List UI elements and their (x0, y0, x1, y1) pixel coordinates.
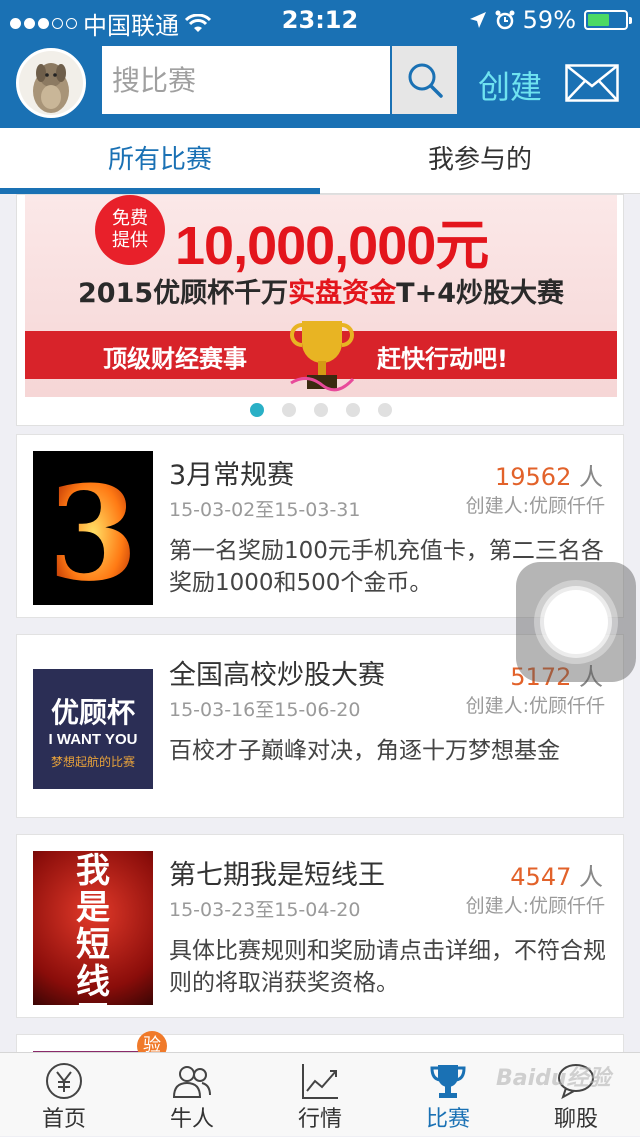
contest-description: 具体比赛规则和奖励请点击详细，不符合规则的将取消获奖资格。 (169, 938, 606, 996)
contest-dates: 15-03-16至15-06-20 (169, 699, 361, 721)
tab-all-contests[interactable]: 所有比赛 (0, 128, 320, 194)
assistive-touch-button[interactable] (516, 562, 636, 682)
banner-pager (17, 403, 625, 417)
banner-subtitle-suffix: T+4炒股大赛 (396, 278, 564, 309)
banner-subtitle: 2015优顾杯千万实盘资金T+4炒股大赛 (25, 271, 617, 310)
free-badge-line1: 免费 (112, 208, 148, 229)
app-header: 创建 (0, 40, 640, 128)
contest-title: 第七期我是短线王 (169, 860, 385, 891)
participant-unit: 人 (579, 863, 603, 891)
contest-title: 3月常规赛 (169, 460, 295, 491)
thumb-line1: 优顾杯 (50, 696, 135, 729)
contest-thumbnail: 3 (33, 451, 153, 605)
assistive-touch-core (544, 590, 608, 654)
location-icon (469, 12, 486, 28)
nav-label: 牛人 (169, 1107, 214, 1132)
nav-label: 行情 (297, 1107, 342, 1132)
contest-creator: 创建人:优顾仟仟 (465, 495, 605, 517)
trophy-icon (430, 1065, 466, 1098)
contest-thumbnail: 我是短线王 (33, 851, 153, 1005)
banner-amount: 10,000,000元 (175, 216, 489, 276)
contest-dates: 15-03-23至15-04-20 (169, 899, 361, 921)
participant-count: 4547 人 (510, 857, 603, 892)
pager-dot[interactable] (378, 403, 392, 417)
banner-strip-right: 赶快行动吧! (377, 345, 508, 373)
search-icon (408, 63, 443, 98)
thumb-number: 3 (48, 457, 138, 605)
pager-dot[interactable] (282, 403, 296, 417)
banner-subtitle-prefix: 2015优顾杯千万 (78, 278, 289, 309)
nav-contests[interactable]: 比赛 (384, 1053, 512, 1137)
status-right: 59% (469, 6, 632, 34)
participant-unit: 人 (579, 463, 603, 491)
participant-number: 4547 (510, 863, 572, 891)
nav-experts[interactable]: 牛人 (128, 1053, 256, 1137)
thumb-line2: I WANT YOU (48, 731, 138, 748)
user-avatar[interactable] (16, 48, 86, 118)
promo-banner[interactable]: 免费 提供 10,000,000元 2015优顾杯千万实盘资金T+4炒股大赛 顶… (25, 195, 617, 397)
free-badge: 免费 提供 (95, 195, 165, 265)
banner-strip-left: 顶级财经赛事 (103, 345, 247, 373)
nav-home[interactable]: 首页 (0, 1053, 128, 1137)
banner-card: 免费 提供 10,000,000元 2015优顾杯千万实盘资金T+4炒股大赛 顶… (16, 194, 624, 426)
participant-number: 19562 (495, 463, 572, 491)
yen-icon (46, 1063, 82, 1099)
trophy-icon (290, 321, 355, 392)
pager-dot[interactable] (314, 403, 328, 417)
pager-dot[interactable] (346, 403, 360, 417)
status-bar: 中国联通 23:12 59% (0, 0, 640, 40)
create-button[interactable]: 创建 (478, 62, 542, 108)
tab-bar: 所有比赛 我参与的 (0, 128, 640, 194)
search-box (102, 46, 457, 114)
nav-label: 首页 (41, 1107, 86, 1132)
free-badge-line2: 提供 (112, 230, 148, 251)
tab-my-contests[interactable]: 我参与的 (320, 128, 640, 194)
banner-subtitle-highlight: 实盘资金 (288, 278, 397, 309)
battery-icon (584, 10, 632, 30)
pager-dot[interactable] (250, 403, 264, 417)
battery-level (588, 14, 609, 26)
thumb-text: 我是短线王 (76, 851, 110, 1006)
contest-creator: 创建人:优顾仟仟 (465, 895, 605, 917)
nav-label: 聊股 (553, 1107, 598, 1132)
nav-label: 比赛 (425, 1107, 470, 1132)
contest-dates: 15-03-02至15-03-31 (169, 499, 361, 521)
alarm-icon (495, 10, 515, 30)
battery-percent: 59% (522, 6, 576, 34)
chart-icon (302, 1064, 338, 1099)
search-input[interactable] (102, 46, 390, 114)
mail-icon[interactable] (565, 64, 619, 102)
contest-title: 全国高校炒股大赛 (169, 660, 385, 691)
thumb-line3: 梦想起航的比赛 (50, 755, 135, 769)
watermark: Baidu经验 (496, 1066, 611, 1091)
nav-market[interactable]: 行情 (256, 1053, 384, 1137)
contest-card[interactable]: 我是短线王 第七期我是短线王 4547 人 15-03-23至15-04-20 … (16, 834, 624, 1018)
contest-description: 百校才子巅峰对决，角逐十万梦想基金 (169, 738, 560, 764)
participant-count: 19562 人 (495, 457, 603, 492)
contest-creator: 创建人:优顾仟仟 (465, 695, 605, 717)
contest-thumbnail: 优顾杯 I WANT YOU 梦想起航的比赛 (33, 669, 153, 789)
users-icon (172, 1066, 211, 1098)
search-button[interactable] (390, 46, 457, 114)
